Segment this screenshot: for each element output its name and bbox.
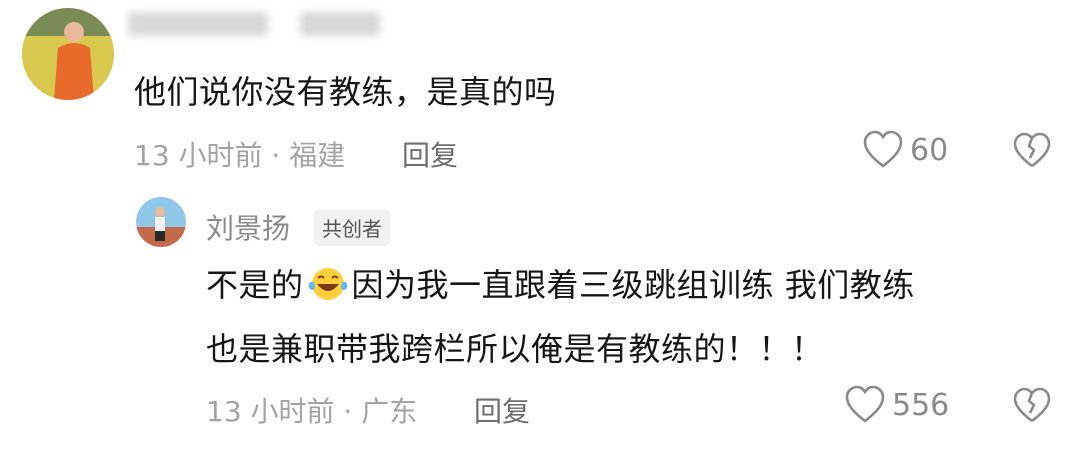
comment-meta: 13 小时前 · 福建 [134, 139, 346, 172]
comment-like-count: 60 [910, 132, 949, 168]
reply-like-count: 556 [892, 387, 950, 423]
comment-text: 他们说你没有教练，是真的吗 [134, 73, 557, 111]
commenter-avatar[interactable] [22, 8, 114, 100]
commenter-avatar-image [22, 8, 114, 100]
comment-item: 他们说你没有教练，是真的吗 13 小时前 · 福建 回复 60 [0, 0, 1086, 185]
commenter-username-blurred-2 [300, 12, 380, 36]
broken-heart-icon [1013, 132, 1051, 168]
heart-icon [863, 130, 903, 168]
reply-meta: 13 小时前 · 广东 [206, 395, 418, 428]
reply-text-line-1: 不是的 因为我一直跟着三级跳组训练 我们教练 [206, 263, 915, 313]
commenter-username-blurred [128, 12, 268, 36]
reply-author-avatar[interactable] [136, 197, 186, 247]
reply-like-button[interactable]: 556 [844, 385, 949, 425]
laughing-tears-emoji-icon [308, 266, 348, 313]
reply-dislike-button[interactable] [1012, 387, 1052, 429]
reply-author-avatar-image [136, 197, 186, 247]
reply-text-segment-2: 因为我一直跟着三级跳组训练 我们教练 [351, 266, 915, 304]
heart-icon [845, 385, 885, 423]
comment-reply-button[interactable]: 回复 [402, 134, 458, 174]
reply-item: 刘景扬 共创者 不是的 因为我一直跟着三级跳组训练 我们教练 也是兼职带我跨栏所… [0, 185, 1086, 461]
reply-reply-button[interactable]: 回复 [474, 390, 530, 430]
reply-author-name[interactable]: 刘景扬 [206, 207, 290, 247]
comment-like-button[interactable]: 60 [862, 130, 948, 170]
reply-text-segment-1: 不是的 [206, 266, 304, 304]
co-creator-badge: 共创者 [314, 209, 390, 246]
comment-dislike-button[interactable] [1012, 132, 1052, 174]
reply-text-line-2: 也是兼职带我跨栏所以俺是有教练的！！！ [206, 330, 824, 368]
broken-heart-icon [1013, 387, 1051, 423]
